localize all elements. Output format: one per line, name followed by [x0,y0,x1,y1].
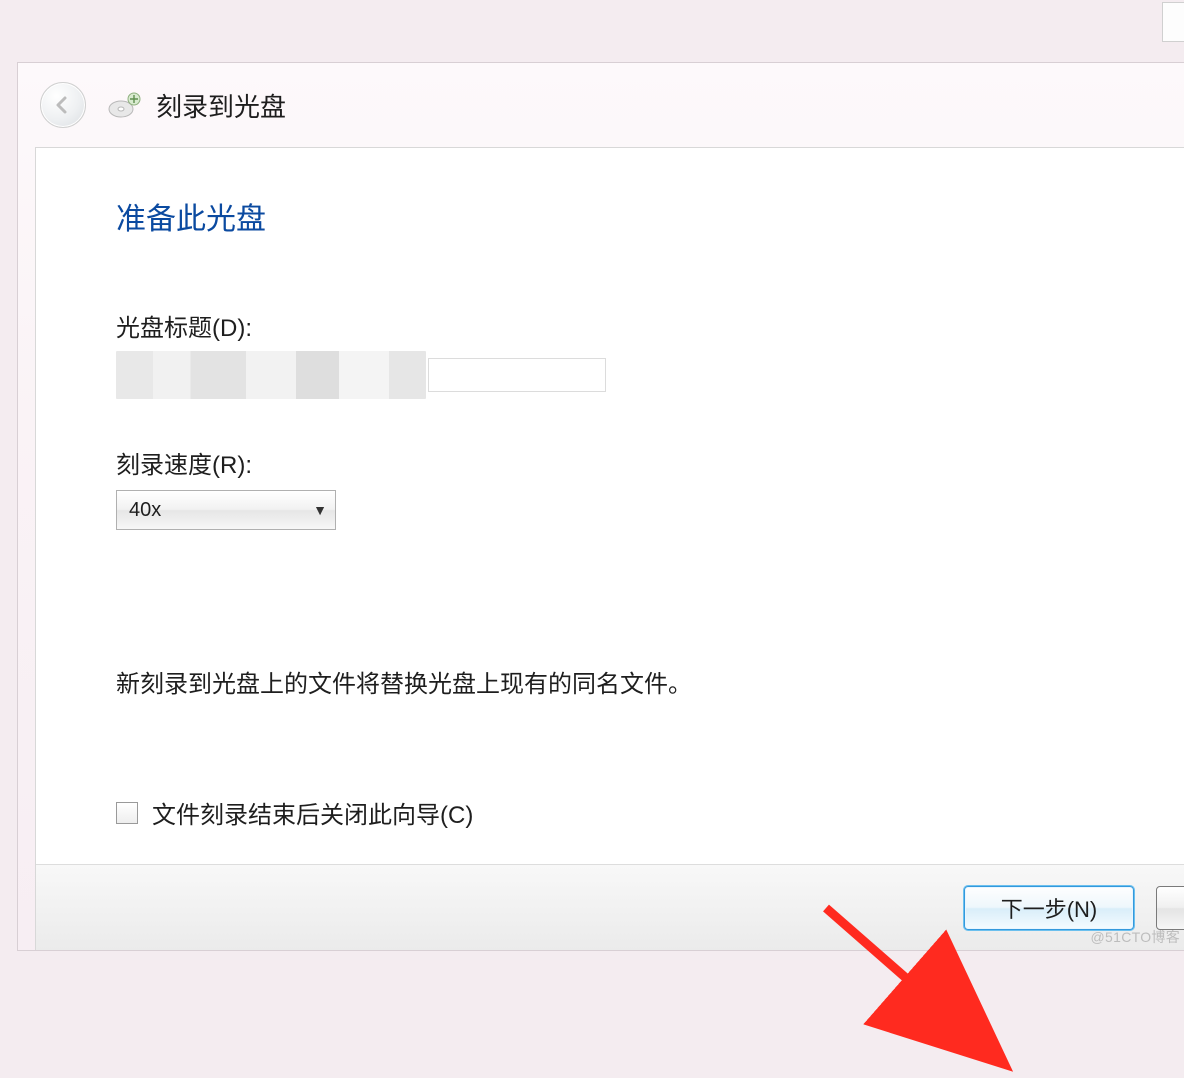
disc-burn-icon [108,92,144,118]
redacted-title-block [116,351,426,399]
disc-title-input-area [116,351,1104,399]
chevron-down-icon: ▼ [313,502,327,518]
content-panel: 准备此光盘 光盘标题(D): 刻录速度(R): 40x ▼ 新刻录到光盘上的文件… [35,147,1184,950]
burn-speed-section: 刻录速度(R): 40x ▼ [116,445,1104,530]
next-button[interactable]: 下一步(N) [964,886,1134,930]
watermark: @51CTO博客 [1091,927,1180,947]
back-button[interactable] [40,82,86,128]
burn-speed-value: 40x [129,499,161,522]
wizard-window: 刻录到光盘 准备此光盘 光盘标题(D): 刻录速度(R): 40x ▼ 新刻录到… [17,62,1184,951]
partial-window-fragment [1162,2,1184,42]
cancel-button[interactable]: 取消 [1156,886,1184,930]
cancel-button-clip: 取消 [1134,886,1184,930]
replace-note: 新刻录到光盘上的文件将替换光盘上现有的同名文件。 [116,664,1104,699]
window-title: 刻录到光盘 [156,87,286,124]
disc-title-section: 光盘标题(D): [116,308,1104,399]
burn-speed-select[interactable]: 40x ▼ [116,490,336,530]
button-strip: 下一步(N) 取消 [36,864,1184,950]
page-heading: 准备此光盘 [116,194,1104,238]
disc-title-label: 光盘标题(D): [116,308,1104,343]
title-bar: 刻录到光盘 [18,63,1184,147]
back-arrow-icon [52,94,74,116]
close-wizard-label: 文件刻录结束后关闭此向导(C) [152,795,473,830]
disc-title-input[interactable] [428,358,606,392]
next-button-label: 下一步(N) [1001,892,1098,924]
burn-speed-label: 刻录速度(R): [116,445,1104,480]
close-wizard-row[interactable]: 文件刻录结束后关闭此向导(C) [116,795,1104,830]
close-wizard-checkbox[interactable] [116,802,138,824]
